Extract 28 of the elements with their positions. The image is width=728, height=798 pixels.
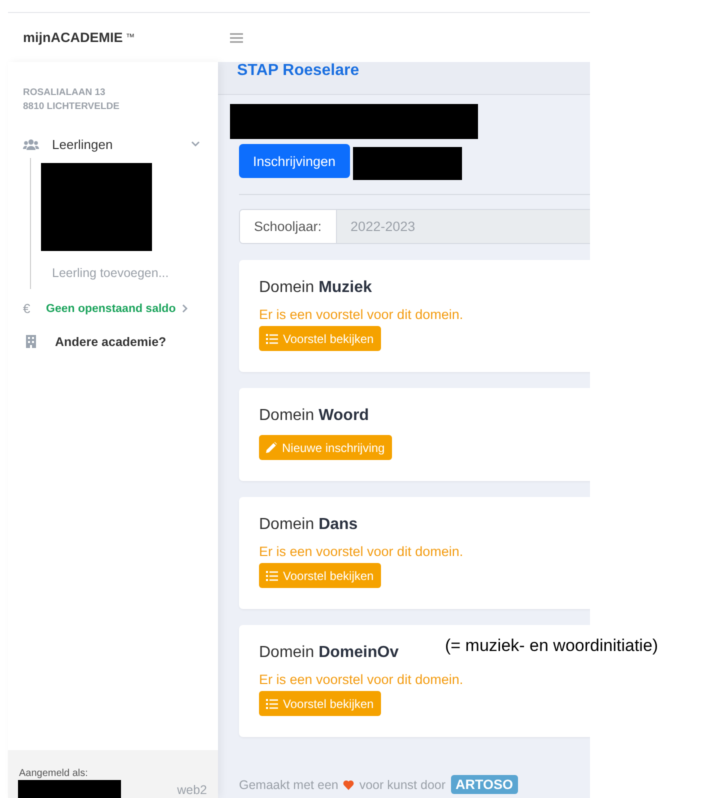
tab[interactable]: Inschrijvingen (239, 144, 350, 178)
artoso-logo[interactable]: ARTOSO (450, 775, 518, 794)
proposal-message: Er is een voorstel voor dit domein. (259, 307, 464, 323)
add-student-link[interactable]: Leerling toevoegen... (52, 266, 169, 280)
proposal-message: Er is een voorstel voor dit domein. (259, 544, 464, 560)
euro-icon: € (23, 301, 35, 316)
brand-logo[interactable]: mijnACADEMIE $^{™}$ (23, 30, 230, 45)
logged-in-label: Aangemeld als: (19, 768, 88, 779)
footer-text: Gemaakt met een (239, 778, 338, 792)
address-line: 8810 LICHTERVELDE (23, 100, 120, 114)
domain-title: Domein Dans (259, 516, 358, 534)
address-line: ROSALIALAAN 13 (23, 86, 106, 100)
view-proposal-button[interactable]: Voorstel bekijken (259, 563, 381, 588)
balance-link[interactable]: Geen openstaand saldo (46, 302, 176, 314)
school-year-field[interactable]: Schooljaar: 2022-2023 (239, 209, 590, 244)
view-proposal-button[interactable]: Voorstel bekijken (259, 326, 381, 351)
view-proposal-button[interactable]: Voorstel bekijken (259, 691, 381, 716)
domain-title: Domein Woord (259, 407, 369, 425)
menu-item[interactable]: Leerlingen (52, 136, 113, 152)
annotation-text: (= muziek- en woordinitiatie) (445, 636, 658, 656)
domain-title: Domein DomeinOv (259, 644, 399, 662)
proposal-message: Er is een voorstel voor dit domein. (259, 672, 464, 688)
server-label: web2 (177, 783, 207, 797)
menu-item[interactable]: Andere academie? (55, 334, 166, 348)
school-title: STAP Roeselare (237, 62, 360, 80)
domain-title: Domein Muziek (259, 279, 372, 297)
footer-text: voor kunst door (359, 778, 446, 792)
new-enrollment-button[interactable]: Nieuwe inschrijving (259, 435, 392, 460)
